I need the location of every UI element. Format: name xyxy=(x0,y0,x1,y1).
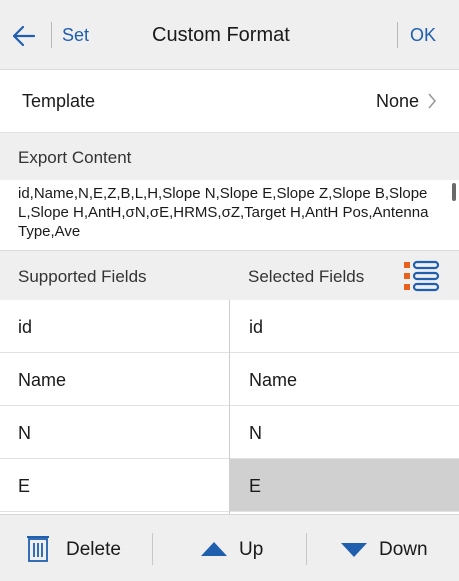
up-label: Up xyxy=(239,539,264,560)
field-label: N xyxy=(18,423,31,443)
scrollbar[interactable] xyxy=(452,183,456,201)
field-label: id xyxy=(18,317,33,337)
list-item[interactable]: E xyxy=(0,459,229,512)
down-label: Down xyxy=(379,539,428,560)
set-button[interactable]: Set xyxy=(62,23,89,47)
ok-button[interactable]: OK xyxy=(410,23,436,47)
back-button[interactable] xyxy=(10,22,38,50)
export-content-text[interactable]: id,Name,N,E,Z,B,L,H,Slope N,Slope E,Slop… xyxy=(0,180,459,250)
triangle-down-icon xyxy=(341,543,367,557)
chevron-right-icon xyxy=(428,93,437,109)
export-content-value: id,Name,N,E,Z,B,L,H,Slope N,Slope E,Slop… xyxy=(18,185,429,240)
list-item[interactable]: N xyxy=(0,406,229,459)
top-bar: Set Custom Format OK xyxy=(0,0,459,70)
template-value: None xyxy=(375,91,419,111)
selected-fields-label: Selected Fields xyxy=(248,267,365,286)
up-button[interactable]: Up xyxy=(153,515,306,581)
header-divider xyxy=(397,22,398,48)
field-label: E xyxy=(249,476,262,496)
list-item[interactable]: N xyxy=(230,406,459,459)
list-item[interactable]: id xyxy=(230,300,459,353)
list-item[interactable]: Name xyxy=(0,353,229,406)
export-content-header: Export Content xyxy=(0,132,459,180)
header-divider xyxy=(51,22,52,48)
supported-fields-list: id Name N E xyxy=(0,300,229,514)
trash-icon xyxy=(27,536,49,562)
field-label: id xyxy=(249,317,264,337)
list-settings-icon[interactable] xyxy=(402,259,442,293)
list-item[interactable]: Name xyxy=(230,353,459,406)
field-label: Name xyxy=(249,370,298,390)
bottom-toolbar: Delete Up Down xyxy=(0,514,459,581)
fields-header: Supported Fields Selected Fields xyxy=(0,250,459,300)
field-label: E xyxy=(18,476,31,496)
arrow-left-icon xyxy=(12,25,36,47)
page-title: Custom Format xyxy=(152,24,290,46)
supported-fields-label: Supported Fields xyxy=(18,267,147,286)
export-content-label: Export Content xyxy=(18,148,132,167)
field-label: N xyxy=(249,423,262,443)
down-button[interactable]: Down xyxy=(307,515,459,581)
list-item[interactable]: id xyxy=(0,300,229,353)
selected-fields-list: id Name N E xyxy=(230,300,459,514)
template-row[interactable]: Template None xyxy=(0,70,459,132)
delete-button[interactable]: Delete xyxy=(0,515,152,581)
delete-label: Delete xyxy=(66,539,121,560)
list-item-selected[interactable]: E xyxy=(230,459,459,512)
field-label: Name xyxy=(18,370,67,390)
template-label: Template xyxy=(22,91,96,111)
triangle-up-icon xyxy=(201,542,227,556)
